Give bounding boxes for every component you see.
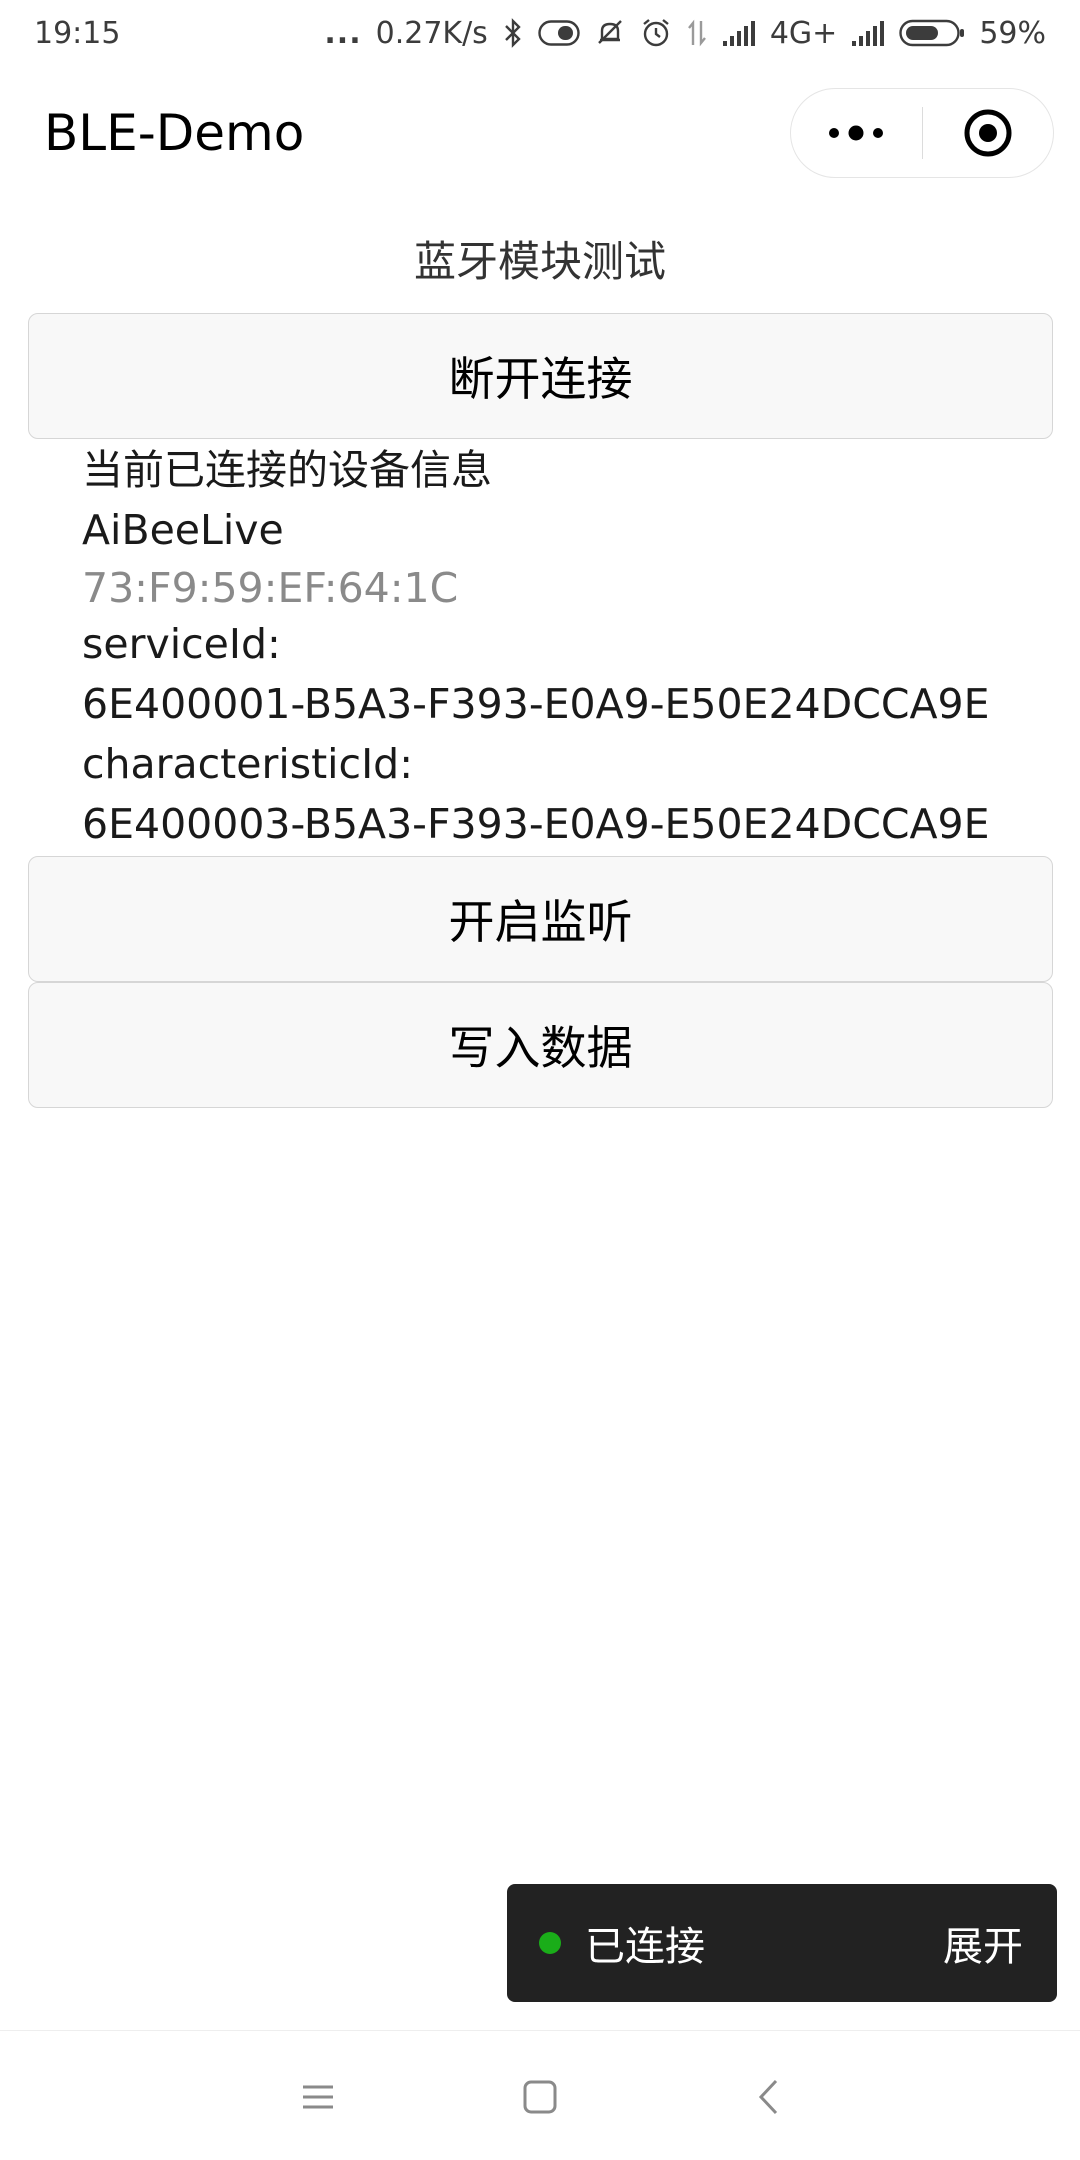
capsule-menu bbox=[790, 88, 1054, 178]
signal-icon bbox=[722, 19, 756, 47]
characteristic-id-label: characteristicId: bbox=[82, 740, 414, 788]
status-more: ... bbox=[324, 15, 362, 51]
battery-percent: 59% bbox=[979, 15, 1046, 51]
device-name: AiBeeLive bbox=[82, 506, 284, 554]
data-transfer-icon bbox=[686, 18, 708, 48]
page-title: BLE-Demo bbox=[44, 104, 305, 162]
mute-icon bbox=[594, 17, 626, 49]
service-id-label: serviceId: bbox=[82, 620, 281, 668]
disconnect-button[interactable]: 断开连接 bbox=[28, 313, 1053, 439]
service-id-value: 6E400001-B5A3-F393-E0A9-E50E24DCCA9E bbox=[82, 680, 990, 728]
expand-button[interactable]: 展开 bbox=[943, 1914, 1023, 1972]
back-icon[interactable] bbox=[738, 2067, 798, 2127]
more-dots-icon[interactable] bbox=[791, 89, 922, 177]
start-listen-button[interactable]: 开启监听 bbox=[28, 856, 1053, 982]
page-heading: 蓝牙模块测试 bbox=[413, 237, 666, 286]
write-data-button[interactable]: 写入数据 bbox=[28, 982, 1053, 1108]
status-right: ... 0.27K/s 4G+ 59% bbox=[324, 16, 1046, 51]
battery-icon bbox=[899, 19, 965, 47]
nav-bar: BLE-Demo bbox=[0, 66, 1080, 202]
home-icon[interactable] bbox=[510, 2067, 570, 2127]
bluetooth-icon bbox=[502, 18, 524, 48]
menu-icon[interactable] bbox=[288, 2067, 348, 2127]
screen: 19:15 ... 0.27K/s 4G+ 59% BLE-Demo 蓝牙模块测… bbox=[0, 0, 1080, 2160]
status-bar: 19:15 ... 0.27K/s 4G+ 59% bbox=[0, 0, 1080, 66]
device-mac: 73:F9:59:EF:64:1C bbox=[82, 564, 459, 612]
signal-icon-2 bbox=[851, 19, 885, 47]
status-dot-icon bbox=[539, 1932, 561, 1954]
network-type: 4G+ bbox=[769, 15, 838, 51]
target-circle-icon[interactable] bbox=[923, 89, 1054, 177]
connection-toast[interactable]: 已连接 展开 bbox=[507, 1884, 1057, 2002]
device-info-title: 当前已连接的设备信息 bbox=[82, 446, 492, 494]
status-time: 19:15 bbox=[34, 15, 121, 51]
toggle-icon bbox=[538, 20, 580, 46]
characteristic-id-value: 6E400003-B5A3-F393-E0A9-E50E24DCCA9E bbox=[82, 800, 990, 848]
alarm-icon bbox=[640, 17, 672, 49]
toast-status: 已连接 bbox=[585, 1924, 705, 1970]
system-navigation-bar bbox=[0, 2030, 1080, 2160]
net-speed: 0.27K/s bbox=[375, 15, 488, 51]
